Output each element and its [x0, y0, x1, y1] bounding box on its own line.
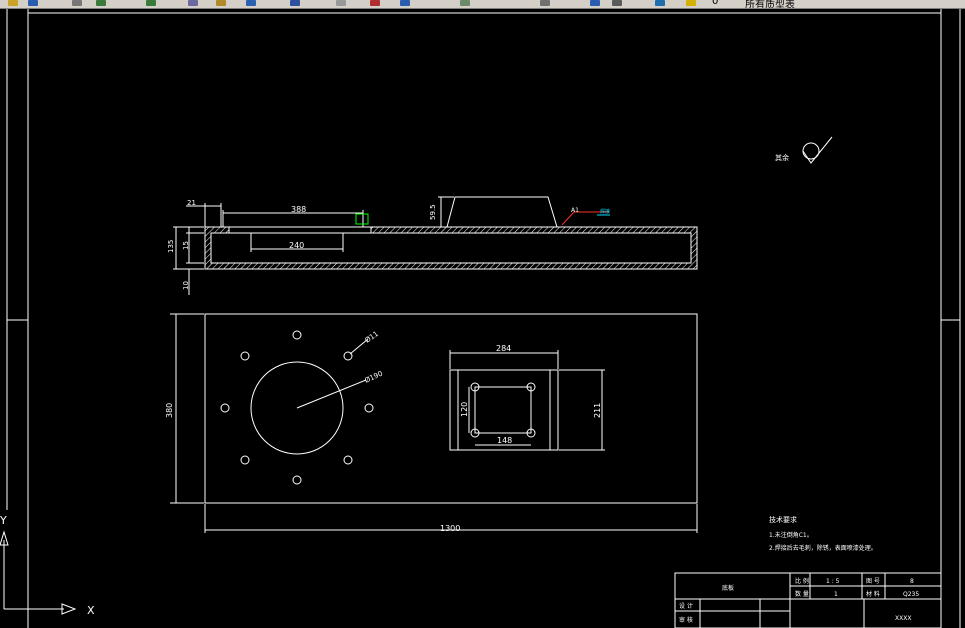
checker-label: 审 核 [679, 616, 693, 624]
freeze-icon[interactable] [590, 0, 600, 6]
dim-dia11: Ø11 [364, 330, 380, 345]
dim-211: 211 [593, 403, 602, 418]
ucs-x-label: X [87, 604, 95, 617]
ucs-icon [0, 530, 77, 615]
standard-toolbar: 0 所有质型表 [0, 0, 965, 9]
material-value: Q235 [903, 591, 919, 598]
dim-240: 240 [289, 241, 304, 250]
surface-finish-symbol [802, 136, 833, 164]
drawing-no-label: 图 号 [866, 578, 880, 585]
table-icon[interactable] [370, 0, 380, 6]
layer-state-icon[interactable] [655, 0, 665, 6]
surface-finish-label: 其余 [775, 153, 789, 162]
dim-dia190: Ø190 [363, 370, 383, 385]
layer-icon[interactable] [460, 0, 470, 6]
zoom-window-icon[interactable] [246, 0, 256, 6]
ucs-y-label: Y [0, 514, 7, 527]
zoom-icon[interactable] [216, 0, 226, 6]
open-icon[interactable] [8, 0, 18, 6]
lock-icon[interactable] [612, 0, 622, 6]
layer-state-text[interactable]: 所有质型表 [745, 0, 795, 8]
dim-380: 380 [165, 403, 174, 418]
top-view-dimensions [170, 313, 698, 533]
redo-icon[interactable] [146, 0, 156, 6]
dim-148: 148 [497, 436, 512, 445]
notes-line-1: 1.未注倒角C1。 [769, 531, 813, 539]
drawing-canvas[interactable]: 21 388 240 135 15 10 59.5 A1 焊接 380 1300… [0, 9, 965, 628]
weld-label: A1 [571, 207, 579, 214]
save-icon[interactable] [28, 0, 38, 6]
top-view [204, 313, 698, 504]
dim-10: 10 [182, 281, 190, 290]
scale-value: 1 : 5 [826, 578, 840, 585]
dim-135: 135 [167, 240, 175, 253]
weld-note: 焊接 [600, 208, 610, 215]
notes-line-2: 2.焊接后去毛刺，除锈，表面喷漆处理。 [769, 544, 877, 552]
dim-284: 284 [496, 344, 511, 353]
drawing-border [6, 9, 961, 628]
dim-388: 388 [291, 205, 306, 214]
properties-icon[interactable] [290, 0, 300, 6]
dim-120: 120 [460, 402, 469, 417]
front-view [204, 196, 698, 270]
help-icon[interactable] [400, 0, 410, 6]
undo-icon[interactable] [96, 0, 106, 6]
print-icon[interactable] [72, 0, 82, 6]
material-label: 材 料 [866, 590, 880, 598]
bolt-hole-pattern [220, 330, 536, 485]
scale-label: 比 例 [795, 577, 809, 585]
qty-label: 数 量 [795, 590, 809, 598]
dim-1300: 1300 [440, 524, 460, 533]
dim-21: 21 [187, 199, 196, 207]
part-name: 底板 [722, 584, 734, 592]
pan-icon[interactable] [188, 0, 198, 6]
design-center-icon[interactable] [336, 0, 346, 6]
company-name: XXXX [895, 615, 911, 622]
designer-label: 设 计 [679, 602, 693, 610]
light-icon[interactable] [540, 0, 550, 6]
dim-59-5: 59.5 [429, 204, 437, 220]
dim-15: 15 [182, 241, 190, 250]
drawing-no-value: 8 [910, 578, 914, 585]
sun-icon[interactable] [686, 0, 696, 6]
layer-name-text[interactable]: 0 [712, 0, 718, 7]
surface-symbol [355, 213, 369, 225]
qty-value: 1 [834, 591, 838, 598]
notes-title: 技术要求 [769, 515, 797, 524]
